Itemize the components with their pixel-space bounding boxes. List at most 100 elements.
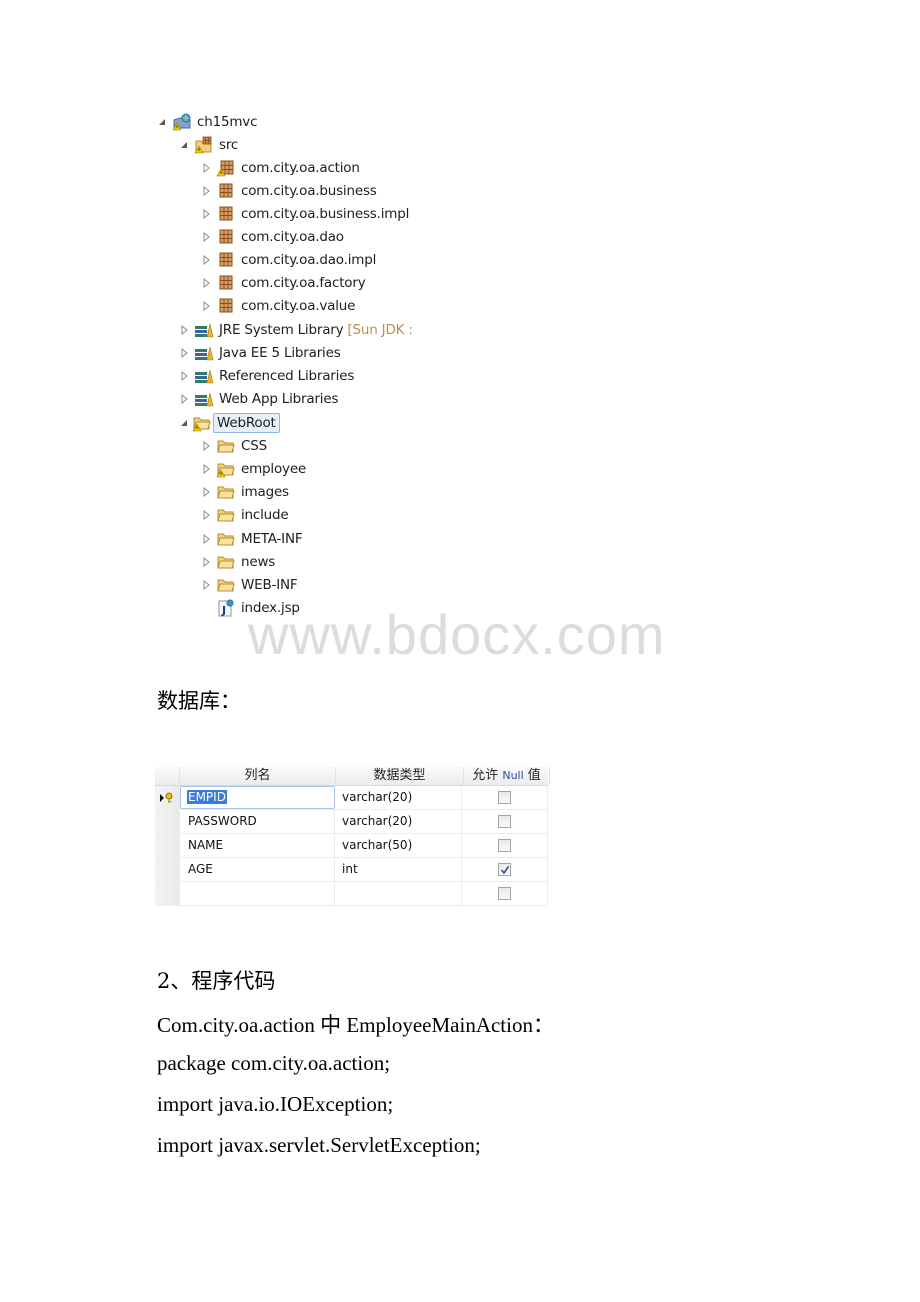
- truncated-tree-row: [174, 624, 214, 630]
- column-name-cell[interactable]: AGE: [180, 858, 335, 881]
- folder-warning-icon: [216, 460, 236, 478]
- tree-node-label: JRE System Library: [219, 322, 344, 338]
- collapsed-arrow-icon[interactable]: [200, 277, 212, 289]
- tree-node-folder[interactable]: WEB-INF: [200, 574, 298, 596]
- tree-node-folder[interactable]: include: [200, 504, 289, 526]
- library-icon: [194, 321, 214, 339]
- table-row[interactable]: PASSWORD varchar(20): [155, 810, 548, 834]
- tree-node-package[interactable]: com.city.oa.action: [200, 157, 360, 179]
- table-row[interactable]: EMPID varchar(20): [155, 786, 548, 810]
- table-row[interactable]: AGE int: [155, 858, 548, 882]
- database-heading: 数据库：: [157, 689, 241, 713]
- tree-node-package[interactable]: com.city.oa.value: [200, 295, 355, 317]
- column-name-cell[interactable]: PASSWORD: [180, 810, 335, 833]
- collapsed-arrow-icon[interactable]: [200, 162, 212, 174]
- tree-node-label: com.city.oa.business.impl: [241, 206, 410, 222]
- allow-null-cell[interactable]: [462, 858, 548, 881]
- folder-icon: [216, 437, 236, 455]
- tree-node-package[interactable]: com.city.oa.business.impl: [200, 203, 409, 225]
- data-type-cell[interactable]: varchar(50): [335, 834, 462, 857]
- collapsed-arrow-icon[interactable]: [200, 579, 212, 591]
- code-intro: Com.city.oa.action 中 EmployeeMainAction：: [157, 1013, 554, 1037]
- collapsed-arrow-icon[interactable]: [200, 486, 212, 498]
- collapsed-arrow-icon[interactable]: [178, 324, 190, 336]
- collapsed-arrow-icon[interactable]: [200, 440, 212, 452]
- row-selector-header: [155, 767, 180, 785]
- allow-null-header[interactable]: 允许 Null 值: [464, 767, 550, 785]
- tree-node-package[interactable]: com.city.oa.business: [200, 180, 377, 202]
- allow-null-checkbox[interactable]: [498, 839, 511, 852]
- data-type-cell[interactable]: [335, 882, 462, 905]
- tree-node-label: com.city.oa.value: [241, 298, 356, 314]
- tree-node-label: CSS: [241, 438, 267, 454]
- column-name-cell[interactable]: NAME: [180, 834, 335, 857]
- collapsed-arrow-icon[interactable]: [200, 533, 212, 545]
- data-type-cell[interactable]: int: [335, 858, 462, 881]
- tree-node-folder[interactable]: CSS: [200, 435, 267, 457]
- expanded-arrow-icon[interactable]: [178, 417, 190, 429]
- tree-node-package[interactable]: com.city.oa.dao: [200, 226, 344, 248]
- tree-node-src[interactable]: src: [178, 134, 238, 156]
- package-icon: [216, 251, 236, 269]
- allow-null-header-null: Null: [502, 769, 524, 782]
- allow-null-cell[interactable]: [462, 882, 548, 905]
- allow-null-checkbox-checked[interactable]: [498, 863, 511, 876]
- tree-node-label: include: [241, 507, 289, 523]
- collapsed-arrow-icon[interactable]: [178, 347, 190, 359]
- tree-node-library[interactable]: Web App Libraries: [178, 388, 338, 410]
- folder-icon: [216, 483, 236, 501]
- row-selector[interactable]: [155, 882, 180, 905]
- collapsed-arrow-icon[interactable]: [200, 463, 212, 475]
- tree-node-folder[interactable]: news: [200, 551, 275, 573]
- folder-icon: [216, 553, 236, 571]
- collapsed-arrow-icon[interactable]: [200, 185, 212, 197]
- column-name-cell[interactable]: EMPID: [180, 786, 335, 809]
- column-name-header[interactable]: 列名: [180, 767, 336, 785]
- collapsed-arrow-icon[interactable]: [178, 370, 190, 382]
- tree-node-package[interactable]: com.city.oa.factory: [200, 272, 366, 294]
- expanded-arrow-icon[interactable]: [156, 116, 168, 128]
- tree-node-library[interactable]: Java EE 5 Libraries: [178, 342, 341, 364]
- column-name-cell[interactable]: [180, 882, 335, 905]
- allow-null-cell[interactable]: [462, 810, 548, 833]
- data-type-cell[interactable]: varchar(20): [335, 810, 462, 833]
- project-explorer-tree: ch15mvc src com.city.oa.action com.city.…: [152, 108, 422, 630]
- tree-node-library[interactable]: Referenced Libraries: [178, 365, 354, 387]
- collapsed-arrow-icon[interactable]: [200, 208, 212, 220]
- tree-node-project[interactable]: ch15mvc: [156, 111, 258, 133]
- collapsed-arrow-icon[interactable]: [200, 254, 212, 266]
- collapsed-arrow-icon[interactable]: [178, 393, 190, 405]
- folder-icon: [216, 506, 236, 524]
- column-name-value[interactable]: EMPID: [187, 790, 227, 804]
- allow-null-cell[interactable]: [462, 834, 548, 857]
- row-selector[interactable]: [155, 834, 180, 857]
- allow-null-cell[interactable]: [462, 786, 548, 809]
- allow-null-checkbox[interactable]: [498, 815, 511, 828]
- tree-node-folder[interactable]: employee: [200, 458, 306, 480]
- row-selector[interactable]: [155, 858, 180, 881]
- row-selector[interactable]: [155, 810, 180, 833]
- data-type-cell[interactable]: varchar(20): [335, 786, 462, 809]
- tree-node-jre-library[interactable]: JRE System Library [Sun JDK :: [178, 319, 413, 341]
- folder-warning-icon: [192, 414, 212, 432]
- collapsed-arrow-icon[interactable]: [200, 556, 212, 568]
- db-column-table: 列名 数据类型 允许 Null 值 EMPID varchar(20) PASS…: [155, 767, 550, 906]
- expanded-arrow-icon[interactable]: [178, 139, 190, 151]
- collapsed-arrow-icon[interactable]: [200, 300, 212, 312]
- tree-node-label: WEB-INF: [241, 577, 298, 593]
- collapsed-arrow-icon[interactable]: [200, 509, 212, 521]
- row-selector[interactable]: [155, 786, 180, 809]
- tree-node-folder[interactable]: images: [200, 481, 289, 503]
- table-row[interactable]: NAME varchar(50): [155, 834, 548, 858]
- allow-null-checkbox[interactable]: [498, 887, 511, 900]
- tree-node-package[interactable]: com.city.oa.dao.impl: [200, 249, 376, 271]
- collapsed-arrow-icon[interactable]: [200, 231, 212, 243]
- data-type-header[interactable]: 数据类型: [336, 767, 464, 785]
- allow-null-checkbox[interactable]: [498, 791, 511, 804]
- folder-icon: [216, 530, 236, 548]
- tree-node-folder[interactable]: META-INF: [200, 528, 303, 550]
- tree-node-webroot[interactable]: WebRoot: [178, 412, 280, 434]
- table-row-empty[interactable]: [155, 882, 548, 906]
- tree-node-label: Web App Libraries: [219, 391, 339, 407]
- primary-key-current-row-icon: [160, 792, 173, 803]
